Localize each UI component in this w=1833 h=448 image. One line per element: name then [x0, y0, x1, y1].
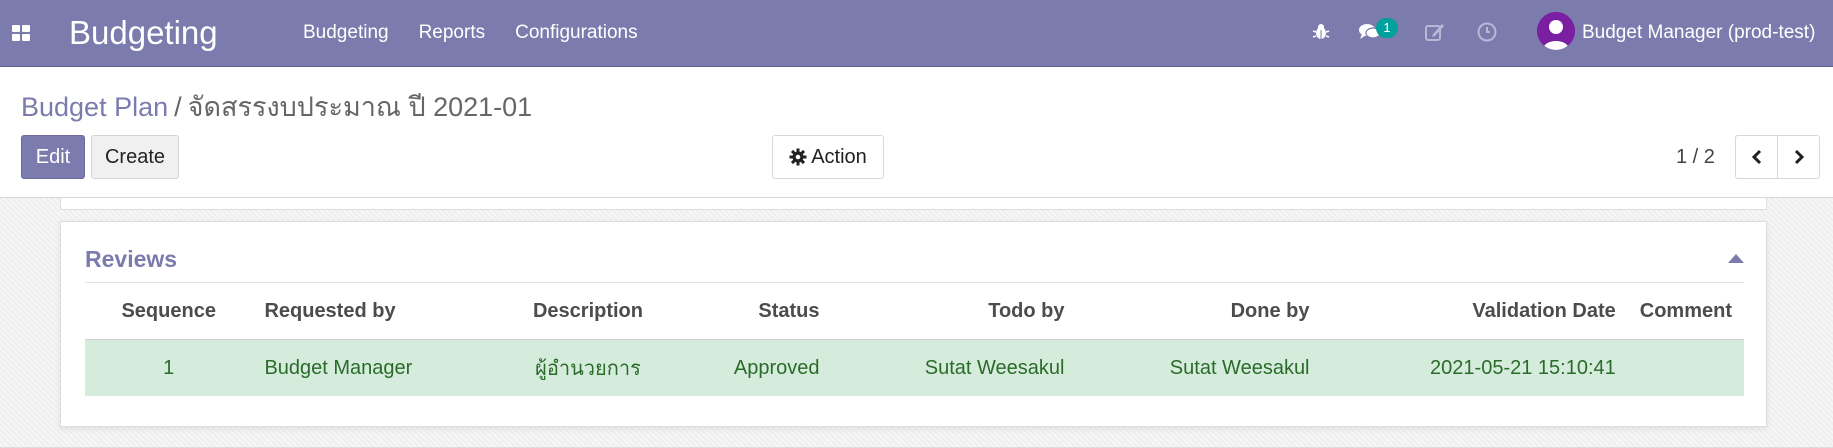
- cell-status: Approved: [679, 339, 832, 396]
- cell-description: ผู้อำนวยการ: [496, 339, 680, 396]
- cell-todo-by: Sutat Weesakul: [831, 339, 1077, 396]
- create-button[interactable]: Create: [91, 135, 179, 179]
- breadcrumb-parent[interactable]: Budget Plan: [21, 92, 168, 122]
- col-done-by[interactable]: Done by: [1076, 283, 1322, 340]
- pager-value[interactable]: 1 / 2: [1676, 146, 1715, 169]
- col-requested-by[interactable]: Requested by: [252, 283, 497, 340]
- pager-next-button[interactable]: [1777, 135, 1820, 179]
- table-row[interactable]: 1 Budget Manager ผู้อำนวยการ Approved Su…: [85, 339, 1744, 396]
- sheet-previous-section-end: [60, 198, 1767, 210]
- cell-requested-by: Budget Manager: [252, 339, 497, 396]
- pager-previous-button[interactable]: [1735, 135, 1778, 179]
- reviews-section: Reviews Sequence Requested by Descriptio…: [60, 221, 1767, 427]
- cell-sequence: 1: [85, 339, 253, 396]
- breadcrumb-separator: /: [174, 92, 182, 122]
- table-header-row: Sequence Requested by Description Status…: [85, 283, 1744, 340]
- breadcrumb-current: จัดสรรงบประมาณ ปี 2021-01: [187, 92, 533, 122]
- control-panel: Budget Plan / จัดสรรงบประมาณ ปี 2021-01 Ed…: [0, 67, 1833, 198]
- top-navbar: Budgeting Budgeting Reports Configuratio…: [0, 0, 1833, 67]
- edit-button[interactable]: Edit: [21, 135, 85, 179]
- reviews-title: Reviews: [85, 246, 178, 272]
- col-comment[interactable]: Comment: [1627, 283, 1744, 340]
- user-menu[interactable]: Budget Manager (prod-test): [1582, 22, 1815, 44]
- clock-icon[interactable]: [1475, 20, 1499, 44]
- col-validation-date[interactable]: Validation Date: [1321, 283, 1628, 340]
- apps-menu-icon[interactable]: [12, 25, 30, 41]
- messages-badge: 1: [1376, 18, 1398, 38]
- gear-icon: [789, 148, 807, 166]
- cell-validation-date: 2021-05-21 15:10:41: [1321, 339, 1628, 396]
- main-menu: Budgeting Reports Configurations: [303, 22, 668, 44]
- collapse-caret-icon[interactable]: [1728, 254, 1744, 263]
- col-description[interactable]: Description: [496, 283, 680, 340]
- bug-icon[interactable]: [1309, 20, 1333, 44]
- col-todo-by[interactable]: Todo by: [831, 283, 1077, 340]
- app-name[interactable]: Budgeting: [69, 14, 218, 52]
- cell-comment: [1627, 339, 1744, 396]
- menu-item-budgeting[interactable]: Budgeting: [303, 22, 389, 44]
- breadcrumb: Budget Plan / จัดสรรงบประมาณ ปี 2021-01: [21, 85, 532, 128]
- cell-done-by: Sutat Weesakul: [1076, 339, 1322, 396]
- menu-item-reports[interactable]: Reports: [419, 22, 486, 44]
- menu-item-configurations[interactable]: Configurations: [515, 22, 638, 44]
- col-sequence[interactable]: Sequence: [85, 283, 253, 340]
- chevron-left-icon: [1751, 149, 1761, 165]
- col-status[interactable]: Status: [679, 283, 832, 340]
- edit-icon[interactable]: [1423, 20, 1447, 44]
- action-button[interactable]: Action: [772, 135, 884, 179]
- user-avatar[interactable]: [1537, 12, 1575, 50]
- chevron-right-icon: [1794, 149, 1804, 165]
- reviews-table: Sequence Requested by Description Status…: [85, 283, 1744, 396]
- action-label: Action: [811, 145, 867, 168]
